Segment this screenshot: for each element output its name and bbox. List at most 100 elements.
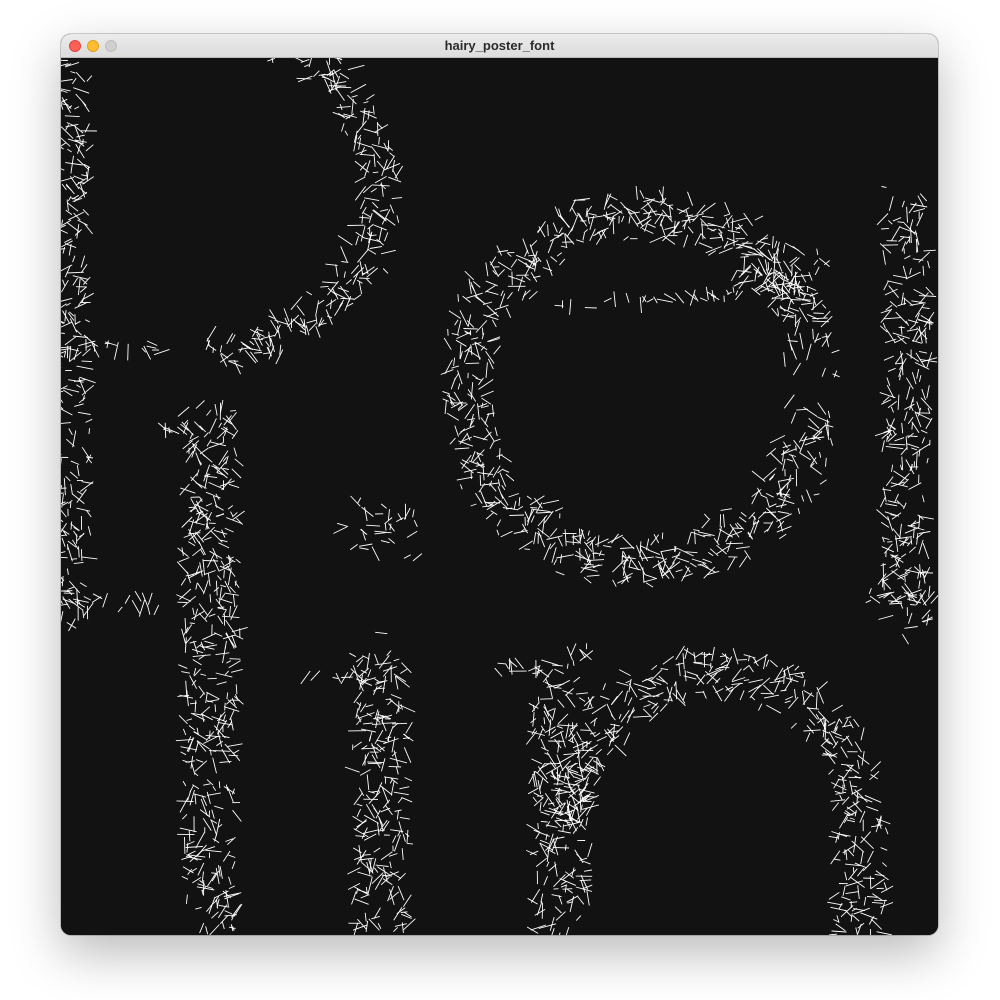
hair-stroke [472, 280, 481, 288]
hair-stroke [647, 549, 660, 556]
hair-stroke [890, 225, 901, 242]
hair-stroke [787, 340, 798, 342]
hair-stroke [887, 516, 894, 532]
hair-stroke [68, 618, 76, 632]
hair-stroke [614, 744, 627, 757]
hair-stroke [669, 206, 672, 220]
hair-stroke [901, 200, 905, 208]
hair-stroke [687, 532, 692, 545]
hair-stroke [908, 612, 913, 624]
hair-stroke [554, 206, 560, 217]
hair-stroke [591, 704, 607, 715]
hair-stroke [267, 347, 272, 357]
hair-stroke [459, 310, 469, 327]
hair-stroke [830, 438, 834, 446]
hair-stroke [362, 212, 372, 218]
hair-stroke [359, 769, 371, 776]
hair-stroke [893, 470, 909, 481]
hair-stroke [494, 427, 498, 437]
hair-stroke [531, 758, 542, 765]
hair-stroke [611, 559, 625, 573]
hair-stroke [234, 458, 244, 467]
hair-stroke [61, 332, 65, 334]
hair-stroke [65, 302, 71, 306]
hair-stroke [547, 224, 549, 237]
hair-stroke [61, 348, 72, 351]
hair-stroke [186, 440, 200, 453]
hair-stroke [195, 452, 202, 466]
hair-stroke [400, 704, 403, 710]
hair-stroke [524, 275, 531, 281]
hair-stroke [586, 890, 590, 906]
hair-stroke [397, 513, 403, 521]
hair-stroke [184, 637, 187, 653]
hair-stroke [367, 762, 382, 765]
hair-stroke [493, 438, 501, 442]
hair-stroke [817, 402, 827, 415]
hair-stroke [911, 300, 926, 304]
hair-stroke [249, 340, 255, 346]
hair-stroke [67, 148, 72, 153]
hair-stroke [127, 343, 129, 361]
hair-stroke [918, 295, 937, 297]
hair-stroke [383, 738, 399, 745]
hair-stroke [336, 106, 351, 109]
hair-stroke [368, 731, 373, 741]
hair-stroke [212, 838, 220, 844]
hair-stroke [918, 539, 924, 555]
hair-stroke [890, 406, 894, 413]
hair-stroke [371, 858, 377, 873]
hair-stroke [821, 332, 832, 347]
hair-stroke [335, 672, 342, 683]
hair-stroke [61, 103, 69, 106]
hair-stroke [477, 471, 484, 474]
hair-stroke [572, 741, 587, 749]
hair-stroke [649, 669, 663, 682]
hair-stroke [641, 556, 654, 559]
hair-stroke [61, 600, 63, 605]
hair-stroke [733, 232, 735, 247]
hair-stroke [70, 71, 76, 74]
hair-stroke [413, 520, 418, 527]
hair-stroke [892, 217, 902, 222]
drawing-canvas[interactable] [61, 58, 938, 935]
hair-stroke [546, 861, 550, 867]
hair-stroke [570, 643, 577, 656]
hair-stroke [218, 542, 230, 549]
hair-stroke [448, 393, 453, 406]
hair-stroke [904, 575, 906, 583]
hair-stroke [378, 829, 385, 832]
hair-stroke [777, 511, 790, 515]
hair-stroke [743, 212, 753, 226]
hair-stroke [803, 729, 821, 732]
hair-stroke [333, 58, 343, 60]
hair-stroke [710, 294, 720, 301]
hair-stroke [808, 718, 816, 726]
hair-stroke [830, 850, 841, 865]
hair-stroke [102, 592, 108, 608]
hair-stroke [907, 525, 925, 531]
hair-stroke [224, 592, 239, 596]
hair-stroke [357, 712, 375, 719]
hair-stroke [704, 513, 710, 520]
hair-stroke [919, 594, 927, 606]
hair-stroke [589, 756, 597, 759]
hair-stroke [693, 662, 712, 666]
hair-stroke [518, 497, 521, 507]
hair-stroke [497, 662, 507, 665]
hair-stroke [85, 144, 94, 152]
hair-stroke [215, 867, 220, 885]
hair-stroke [353, 691, 363, 704]
hair-stroke [364, 160, 371, 177]
hair-stroke [61, 229, 68, 234]
hair-stroke [322, 281, 338, 284]
title-bar[interactable]: hairy_poster_font [61, 34, 938, 58]
hair-stroke [350, 83, 367, 93]
hair-stroke [192, 659, 202, 666]
hair-stroke [849, 780, 854, 795]
hair-stroke [226, 333, 234, 345]
hair-stroke [892, 528, 902, 539]
hair-stroke [406, 530, 418, 538]
hair-stroke [374, 653, 379, 665]
hair-stroke [887, 280, 903, 285]
